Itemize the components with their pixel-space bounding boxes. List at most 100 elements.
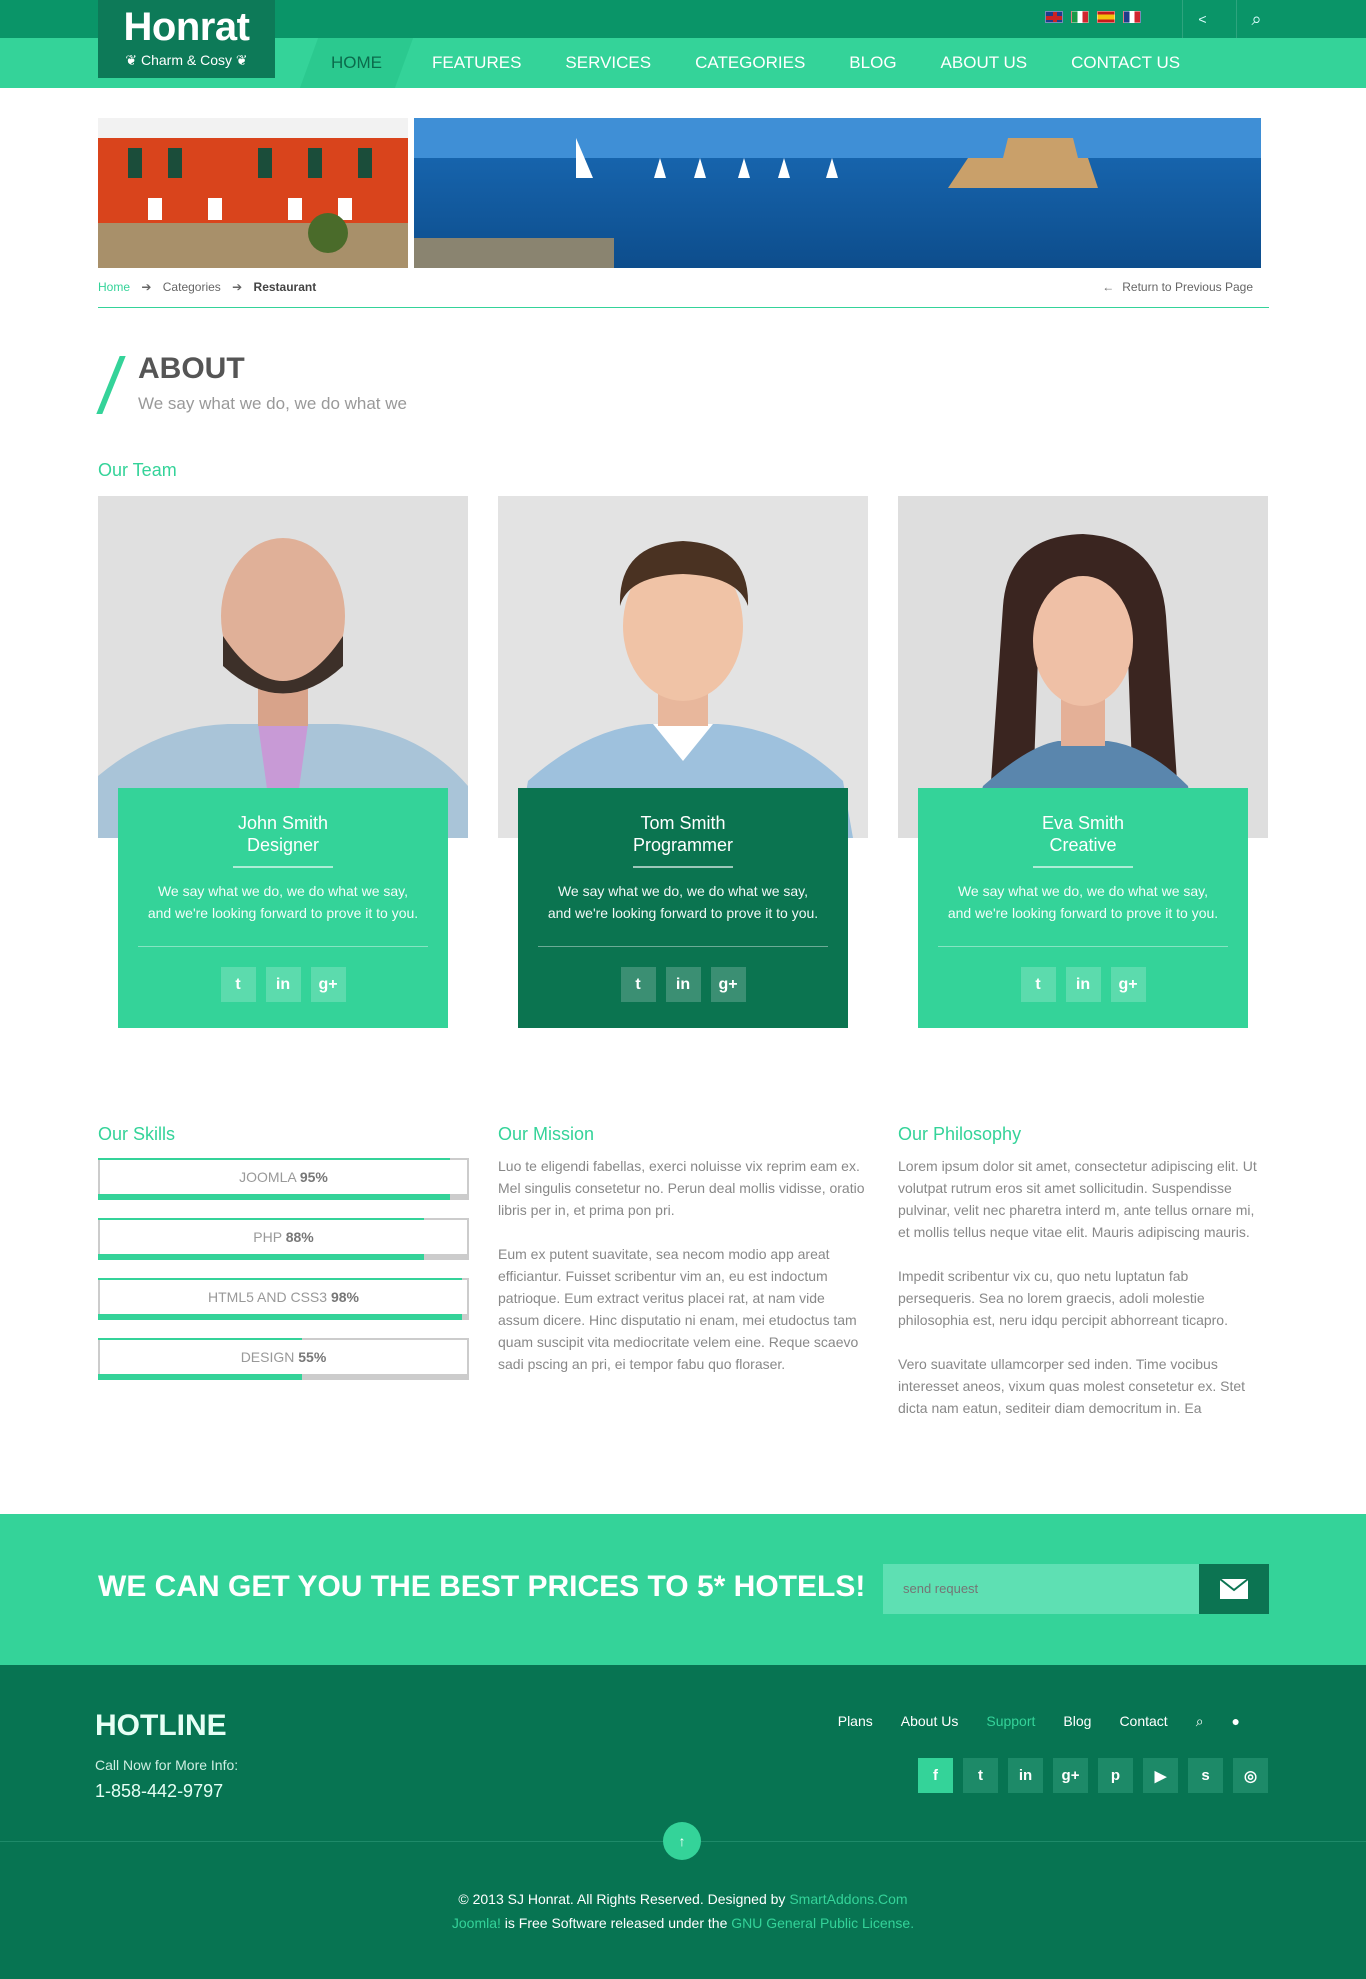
banner-image — [98, 118, 1261, 268]
twitter-icon[interactable]: t — [963, 1758, 998, 1793]
youtube-icon[interactable]: ▶ — [1143, 1758, 1178, 1793]
footer-link-about[interactable]: About Us — [901, 1713, 959, 1730]
skill-fill — [98, 1194, 450, 1200]
hotline-phone[interactable]: 1-858-442-9797 — [95, 1781, 223, 1802]
flag-spain-icon[interactable] — [1097, 11, 1115, 23]
language-flags — [1045, 11, 1141, 23]
skill-label: HTML5 AND CSS3 98% — [98, 1278, 469, 1316]
google-plus-icon[interactable]: g+ — [1110, 967, 1146, 1002]
skill-label: DESIGN 55% — [98, 1338, 469, 1376]
designer-link[interactable]: SmartAddons.Com — [789, 1891, 907, 1907]
share-icon[interactable]: < — [1182, 0, 1222, 38]
envelope-icon — [1219, 1578, 1249, 1599]
breadcrumb-separator-icon: ➔ — [232, 280, 243, 294]
divider — [538, 946, 828, 947]
flag-france-icon[interactable] — [1123, 11, 1141, 23]
member-name: John Smith — [237, 813, 329, 833]
back-to-top-button[interactable]: ↑ — [663, 1822, 701, 1860]
skill-top-fill — [98, 1218, 424, 1220]
skype-icon[interactable]: s — [1188, 1758, 1223, 1793]
request-input[interactable] — [883, 1564, 1199, 1614]
hotline-title: HOTLINE — [95, 1709, 227, 1742]
skill-bar: DESIGN 55% — [98, 1338, 469, 1380]
skill-track — [98, 1314, 469, 1320]
philosophy-heading: Our Philosophy — [898, 1124, 1022, 1144]
member-info: Eva Smith Creative We say what we do, we … — [918, 788, 1248, 1028]
nav-features[interactable]: FEATURES — [410, 38, 543, 88]
breadcrumb-current: Restaurant — [253, 280, 317, 294]
skill-track — [98, 1374, 469, 1380]
nav-about-us[interactable]: ABOUT US — [919, 38, 1050, 88]
google-plus-icon[interactable]: g+ — [710, 967, 746, 1002]
twitter-icon[interactable]: t — [220, 967, 256, 1002]
skill-top-fill — [98, 1278, 462, 1280]
linkedin-icon[interactable]: in — [665, 967, 701, 1002]
nav-blog[interactable]: BLOG — [827, 38, 918, 88]
nav-categories[interactable]: CATEGORIES — [673, 38, 827, 88]
google-plus-icon[interactable]: g+ — [310, 967, 346, 1002]
breadcrumb-separator-icon: ➔ — [141, 280, 152, 294]
dribbble-icon[interactable]: ◎ — [1233, 1758, 1268, 1793]
footer-link-plans[interactable]: Plans — [838, 1713, 873, 1730]
skill-percent: 55% — [298, 1349, 327, 1365]
member-desc: We say what we do, we do what we say, — [957, 883, 1209, 899]
flag-uk-icon[interactable] — [1045, 11, 1063, 23]
copyright: © 2013 SJ Honrat. All Rights Reserved. D… — [0, 1887, 1366, 1935]
return-link[interactable]: ← Return to Previous Page — [1102, 280, 1261, 294]
nav-home[interactable]: HOME — [299, 38, 414, 88]
main-nav: HOME FEATURES SERVICES CATEGORIES BLOG A… — [299, 38, 1202, 88]
breadcrumb: Home ➔ Categories ➔ Restaurant ← Return t… — [98, 280, 1269, 308]
philosophy-text: Lorem ipsum dolor sit amet, consectetur … — [898, 1155, 1268, 1441]
skill-percent: 95% — [299, 1169, 328, 1185]
gpl-link[interactable]: GNU General Public License. — [731, 1915, 914, 1931]
team-member-card: Tom Smith Programmer We say what we do, w… — [498, 496, 868, 1028]
license-text: is Free Software released under the — [500, 1915, 732, 1931]
footer: HOTLINE Call Now for More Info: 1-858-44… — [0, 1665, 1366, 1979]
member-photo — [498, 496, 868, 838]
member-photo — [98, 496, 468, 838]
search-icon[interactable]: ⌕ — [1236, 0, 1276, 38]
pinterest-icon[interactable]: p — [1098, 1758, 1133, 1793]
facebook-icon[interactable]: f — [918, 1758, 953, 1793]
team-member-card: Eva Smith Creative We say what we do, we … — [898, 496, 1268, 1028]
footer-link-support[interactable]: Support — [986, 1713, 1035, 1730]
google-plus-icon[interactable]: g+ — [1053, 1758, 1088, 1793]
member-photo — [898, 496, 1268, 838]
mission-paragraph: Eum ex putent suavitate, sea necom modio… — [498, 1246, 859, 1372]
flag-italy-icon[interactable] — [1071, 11, 1089, 23]
breadcrumb-categories[interactable]: Categories — [163, 280, 221, 294]
divider — [138, 946, 428, 947]
member-desc: We say what we do, we do what we say, — [157, 883, 409, 899]
mission-heading: Our Mission — [498, 1124, 595, 1144]
skill-top-fill — [98, 1158, 450, 1160]
member-info: Tom Smith Programmer We say what we do, w… — [518, 788, 848, 1028]
search-icon[interactable]: ⌕ — [1196, 1713, 1204, 1730]
team-member-card: John Smith Designer We say what we do, we… — [98, 496, 468, 1028]
title-accent — [96, 356, 126, 414]
joomla-link[interactable]: Joomla! — [452, 1915, 501, 1931]
member-info: John Smith Designer We say what we do, we… — [118, 788, 448, 1028]
linkedin-icon[interactable]: in — [265, 967, 301, 1002]
footer-links: Plans About Us Support Blog Contact ⌕ ● — [838, 1713, 1240, 1730]
page-subtitle: We say what we do, we do what we — [138, 394, 407, 413]
philosophy-paragraph: Lorem ipsum dolor sit amet, consectetur … — [898, 1158, 1257, 1240]
skill-percent: 98% — [330, 1289, 359, 1305]
linkedin-icon[interactable]: in — [1008, 1758, 1043, 1793]
logo[interactable]: Honrat ❦ Charm & Cosy ❦ — [98, 0, 275, 78]
twitter-icon[interactable]: t — [620, 967, 656, 1002]
footer-link-blog[interactable]: Blog — [1063, 1713, 1091, 1730]
linkedin-icon[interactable]: in — [1065, 967, 1101, 1002]
nav-services[interactable]: SERVICES — [543, 38, 673, 88]
send-button[interactable] — [1199, 1564, 1269, 1614]
nav-contact-us[interactable]: CONTACT US — [1049, 38, 1202, 88]
skill-label: JOOMLA 95% — [98, 1158, 469, 1196]
arrow-left-icon: ← — [1102, 280, 1115, 294]
mission-paragraph: Luo te eligendi fabellas, exerci noluiss… — [498, 1158, 865, 1218]
copyright-text: © 2013 SJ Honrat. All Rights Reserved. D… — [458, 1891, 790, 1907]
cta-title: WE CAN GET YOU THE BEST PRICES TO 5* HOT… — [98, 1570, 866, 1603]
footer-link-contact[interactable]: Contact — [1119, 1713, 1167, 1730]
breadcrumb-home[interactable]: Home — [98, 280, 130, 294]
user-icon[interactable]: ● — [1232, 1713, 1240, 1730]
twitter-icon[interactable]: t — [1020, 967, 1056, 1002]
mission-text: Luo te eligendi fabellas, exerci noluiss… — [498, 1155, 868, 1397]
